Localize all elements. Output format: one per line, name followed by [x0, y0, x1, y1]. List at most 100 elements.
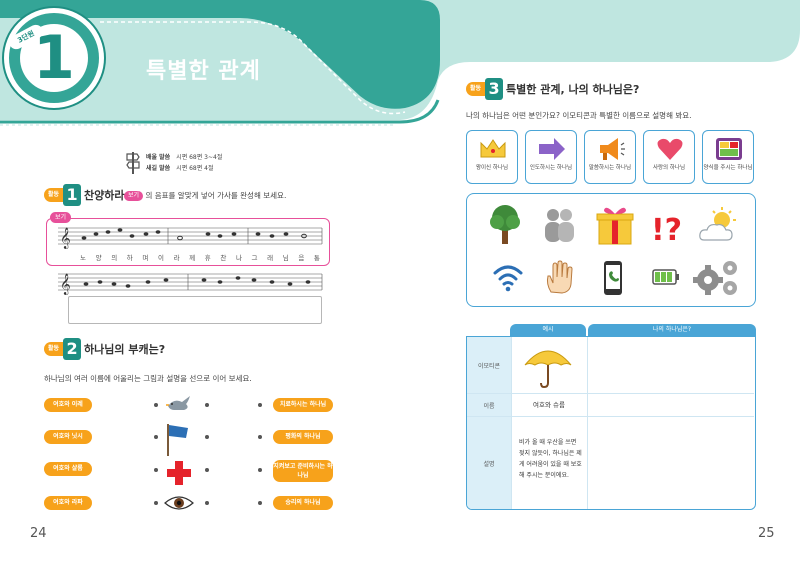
table-frame: 이모티콘 이름 설명 여호와 슈룹 비가 올 때 우산을 쓰면 젖지 않듯이, …	[466, 336, 756, 510]
lyric-syllable: 라	[173, 254, 180, 262]
match-right-item[interactable]: 평화의 하나님	[273, 430, 333, 444]
phone-icon	[604, 261, 622, 295]
my-name-cell[interactable]	[589, 395, 753, 415]
activity-title: 하나님의 부캐는?	[84, 343, 166, 356]
gears-icon	[693, 261, 737, 295]
scripture-row: 새길 말씀 시편 68편 4절	[146, 165, 214, 172]
match-dot[interactable]	[205, 403, 209, 407]
activity1-instruction: 보기 의 음표를 알맞게 넣어 가사를 완성해 보세요.	[124, 190, 286, 201]
lyrics-answer-box[interactable]	[68, 296, 322, 324]
activity-number: 2	[63, 338, 82, 360]
hand-icon	[546, 260, 573, 294]
activity-number: 3	[485, 78, 504, 100]
svg-text:𝄞: 𝄞	[60, 228, 71, 249]
lyric-syllable: 하	[126, 254, 133, 262]
my-description-cell[interactable]	[589, 419, 753, 507]
name-card: 왕이신 하나님	[466, 130, 518, 184]
music-staff-example: 𝄞	[58, 227, 323, 249]
lyric-syllable: 며	[142, 254, 149, 262]
row-label: 이모티콘	[467, 337, 511, 393]
match-dot[interactable]	[154, 468, 158, 472]
signpost-icon	[126, 152, 140, 174]
svg-text:!?: !?	[651, 213, 682, 244]
answer-table: 예시 나의 하나님은? 이모티콘 이름 설명 여호와 슈룹 비가 올 때 우산을…	[466, 324, 756, 510]
activity3-instruction: 나의 하나님은 어떤 분인가요? 이모티콘과 특별한 이름으로 설명해 봐요.	[466, 111, 692, 120]
scripture-row: 배울 말씀 시편 68편 3~4절	[146, 154, 223, 161]
col-example-header: 예시	[510, 324, 586, 336]
lyric-syllable: 노	[80, 254, 86, 262]
bogi-tag: 보기	[50, 212, 72, 223]
match-right-item[interactable]: 치료하시는 하나님	[273, 398, 333, 412]
match-dot[interactable]	[154, 501, 158, 505]
match-left-item[interactable]: 여호와 라파	[44, 496, 92, 510]
lyric-syllable: 양	[95, 254, 102, 262]
match-dot[interactable]	[154, 435, 158, 439]
bogi-inline-tag: 보기	[124, 191, 144, 201]
col-mine-header: 나의 하나님은?	[588, 324, 756, 336]
umbrella-icon	[524, 350, 572, 389]
col-divider	[511, 337, 512, 509]
my-emoticon-cell[interactable]	[589, 339, 753, 391]
row-label: 이름	[467, 394, 511, 416]
name-card: 양식을 주시는 하나님	[702, 130, 754, 184]
page-number-right: 25	[758, 526, 775, 541]
match-dot[interactable]	[258, 468, 262, 472]
eye-icon	[164, 496, 194, 510]
svg-text:𝄞: 𝄞	[60, 274, 71, 295]
example-description: 비가 올 때 우산을 쓰면 젖지 않듯이, 하나님은 제게 어려움이 있을 때 …	[519, 439, 582, 479]
name-card: 말씀하시는 하나님	[584, 130, 636, 184]
match-dot[interactable]	[258, 435, 262, 439]
heart-icon	[657, 138, 683, 160]
match-left-item[interactable]: 여호와 샬롬	[44, 462, 92, 476]
dove-icon	[166, 396, 190, 410]
match-dot[interactable]	[258, 403, 262, 407]
name-card: 인도하시는 하나님	[525, 130, 577, 184]
lyric-syllable: 나	[235, 254, 242, 262]
page-number-left: 24	[30, 526, 47, 541]
activity-pill: 활동	[466, 82, 486, 96]
col-divider	[587, 337, 588, 509]
match-left-item[interactable]: 여호와 닛시	[44, 430, 92, 444]
activity-number: 1	[63, 184, 82, 206]
activity2-header: 활동 2 하나님의 부캐는?	[44, 338, 165, 360]
flag-icon	[167, 424, 188, 456]
match-right-item[interactable]: 지켜보고 준비하시는 하나님	[273, 460, 333, 482]
activity-pill: 활동	[44, 188, 64, 202]
lyric-syllable: 께	[189, 254, 196, 262]
wifi-icon	[493, 265, 523, 292]
lyric-syllable: 찬	[220, 254, 227, 262]
page-title: 특별한 관계	[146, 59, 261, 84]
row-label: 설명	[467, 417, 511, 509]
match-dot[interactable]	[205, 468, 209, 472]
lyrics-row: 노 양 의하 며이 라 께휴 찬나 그 래님 음통	[80, 252, 320, 262]
arrow-right-icon	[539, 138, 565, 160]
activity-pill: 활동	[44, 342, 64, 356]
battery-icon	[652, 269, 679, 285]
match-dot[interactable]	[154, 403, 158, 407]
activity1-header: 활동 1 찬양하라	[44, 184, 125, 206]
crown-icon	[480, 139, 506, 158]
lyric-syllable: 그	[251, 254, 258, 262]
activity2-instruction: 하나님의 여러 이름에 어울리는 그림과 설명을 선으로 이어 보세요.	[44, 374, 252, 383]
match-dot[interactable]	[205, 501, 209, 505]
lyric-syllable: 님	[282, 254, 289, 262]
lyric-syllable: 의	[111, 254, 118, 262]
tree-icon	[490, 205, 520, 244]
lyric-syllable: 휴	[204, 254, 211, 262]
sun-cloud-icon	[699, 207, 736, 241]
megaphone-icon	[600, 138, 625, 160]
match-dot[interactable]	[258, 501, 262, 505]
people-icon	[545, 209, 574, 242]
lunchbox-icon	[716, 138, 742, 160]
match-dot[interactable]	[205, 435, 209, 439]
example-name: 여호와 슈룹	[533, 401, 565, 409]
name-card: 사랑의 하나님	[643, 130, 695, 184]
red-cross-icon	[167, 461, 191, 485]
match-left-item[interactable]: 여호와 이레	[44, 398, 92, 412]
match-right-item[interactable]: 승리의 하나님	[273, 496, 333, 510]
lyric-syllable: 이	[157, 254, 164, 262]
lyric-syllable: 음	[298, 254, 305, 262]
music-staff-blank: 𝄞	[58, 273, 323, 295]
gift-icon	[596, 207, 634, 245]
lyric-syllable: 래	[267, 254, 274, 262]
